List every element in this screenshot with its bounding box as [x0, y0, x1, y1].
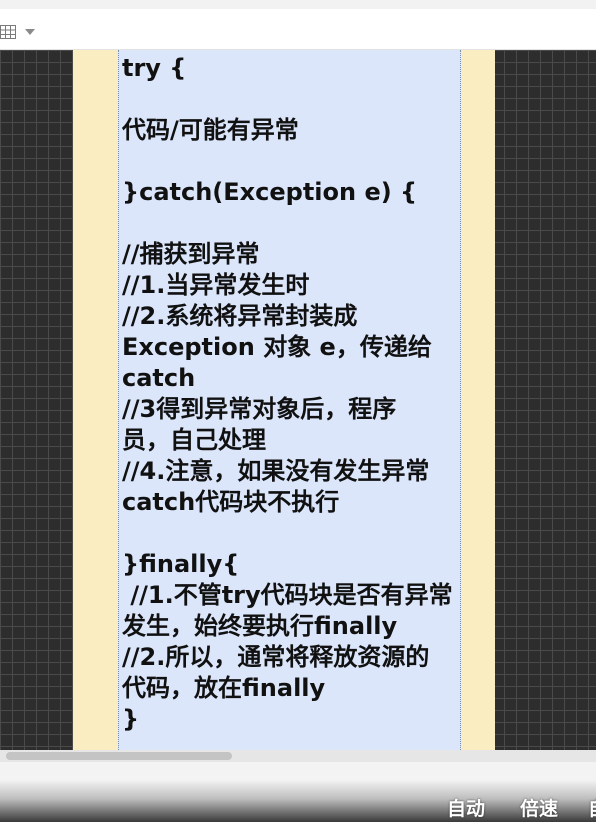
grid-canvas: try { 代码/可能有异常 }catch(Exception e) { //捕…: [0, 50, 596, 750]
note-line: Exception 对象 e，传递给: [122, 333, 432, 361]
chevron-down-icon[interactable]: [25, 29, 35, 35]
note-line: }: [122, 705, 140, 733]
note-line: //捕获到异常: [122, 240, 260, 268]
note-line: 代码，放在finally: [122, 674, 326, 702]
page-sheet: try { 代码/可能有异常 }catch(Exception e) { //捕…: [73, 50, 495, 750]
note-line: try {: [122, 54, 187, 82]
note-line: 代码/可能有异常: [122, 116, 299, 144]
note-line: 发生，始终要执行finally: [122, 612, 398, 640]
playback-speed-button[interactable]: 倍速: [520, 794, 558, 821]
insert-table-button[interactable]: [0, 22, 40, 42]
note-line: //3得到异常对象后，程序: [122, 395, 397, 423]
note-line: //1.当异常发生时: [122, 271, 310, 299]
note-line: //4.注意，如果没有发生异常: [122, 457, 430, 485]
note-line: //1.不管try代码块是否有异常: [122, 581, 453, 609]
toolbar: [0, 0, 596, 50]
note-line: //2.系统将异常封装成: [122, 302, 358, 330]
note-line: catch代码块不执行: [122, 488, 340, 516]
note-line: catch: [122, 364, 196, 392]
bottom-area: 自动 倍速 自: [0, 750, 596, 822]
note-blank-line: [122, 518, 460, 549]
grid-icon: [0, 25, 16, 39]
note-line: //2.所以，通常将释放资源的: [122, 643, 430, 671]
note-line: }finally{: [122, 550, 240, 578]
note-blank-line: [122, 208, 460, 239]
note-line: 员，自己处理: [122, 426, 266, 454]
video-player-controls: [0, 780, 596, 822]
horizontal-scrollbar[interactable]: [0, 750, 596, 762]
note-blank-line: [122, 84, 460, 115]
note-line: }catch(Exception e) {: [122, 178, 418, 206]
subtitle-button[interactable]: 自: [588, 794, 596, 821]
note-blank-line: [122, 146, 460, 177]
code-note-textbox[interactable]: try { 代码/可能有异常 }catch(Exception e) { //捕…: [118, 50, 461, 750]
toolbar-top-strip: [0, 0, 596, 9]
scrollbar-thumb[interactable]: [6, 752, 232, 760]
auto-quality-button[interactable]: 自动: [447, 794, 485, 821]
editor-window: try { 代码/可能有异常 }catch(Exception e) { //捕…: [0, 0, 596, 822]
